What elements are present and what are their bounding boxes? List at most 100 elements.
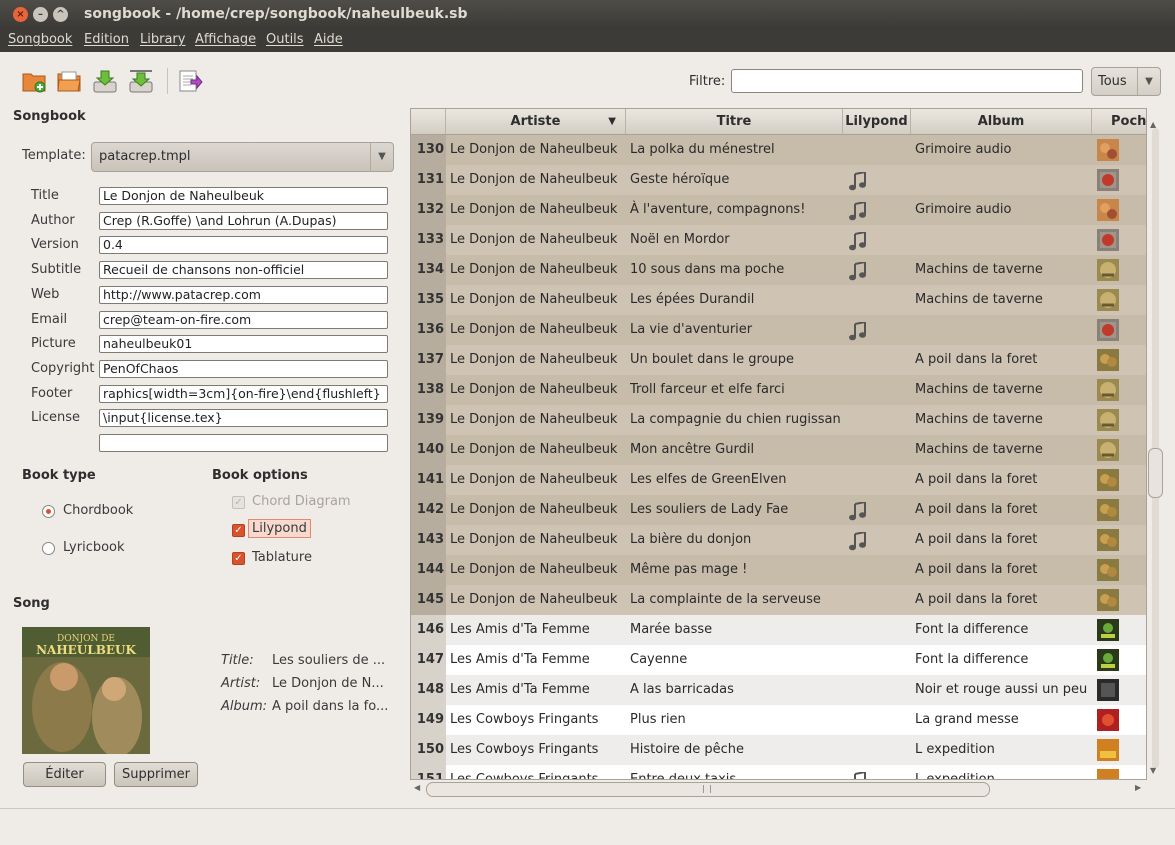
field-input[interactable]: [99, 434, 388, 452]
table-row[interactable]: 132 Le Donjon de Naheulbeuk À l'aventure, …: [411, 195, 1146, 225]
filter-input[interactable]: [731, 69, 1083, 93]
artist-cell: Le Donjon de Naheulbeuk: [450, 592, 618, 607]
column-titre-header[interactable]: Titre: [626, 109, 843, 134]
tablature-label[interactable]: Tablature: [252, 550, 312, 565]
row-number: 147: [411, 645, 446, 675]
table-row[interactable]: 140 Le Donjon de Naheulbeuk Mon ancêtre Gu…: [411, 435, 1146, 465]
chordbook-label[interactable]: Chordbook: [63, 503, 133, 518]
table-row[interactable]: 138 Le Donjon de Naheulbeuk Troll farceur …: [411, 375, 1146, 405]
cover-thumbnail-icon: [1097, 559, 1119, 581]
table-row[interactable]: 146 Les Amis d'Ta Femme Marée basse Font la…: [411, 615, 1146, 645]
menu-songbook[interactable]: Songbook: [8, 32, 72, 47]
artist-cell: Le Donjon de Naheulbeuk: [450, 532, 618, 547]
vertical-scrollbar[interactable]: ▲ ▼: [1148, 120, 1163, 779]
field-input[interactable]: naheulbeuk01: [99, 335, 388, 354]
book-options-header: Book options: [212, 468, 308, 483]
field-input[interactable]: Le Donjon de Naheulbeuk: [99, 187, 388, 205]
table-row[interactable]: 145 Le Donjon de Naheulbeuk La complainte …: [411, 585, 1146, 615]
column-number-header[interactable]: [411, 109, 446, 134]
album-cell: Noir et rouge aussi un peu: [915, 682, 1088, 697]
column-pochette-header[interactable]: Poch: [1092, 109, 1146, 134]
field-input[interactable]: crep@team-on-fire.com: [99, 310, 388, 329]
column-lilypond-header[interactable]: Lilypond: [843, 109, 911, 134]
table-row[interactable]: 149 Les Cowboys Fringants Plus rien La gran…: [411, 705, 1146, 735]
tablature-checkbox[interactable]: ✓: [232, 552, 245, 565]
table-row[interactable]: 148 Les Amis d'Ta Femme A las barricadas No…: [411, 675, 1146, 705]
table-row[interactable]: 141 Le Donjon de Naheulbeuk Les elfes de G…: [411, 465, 1146, 495]
template-select[interactable]: patacrep.tmpl ▼: [91, 142, 394, 172]
title-cell: Même pas mage !: [630, 562, 748, 577]
field-input[interactable]: 0.4: [99, 236, 388, 255]
scroll-right-icon[interactable]: ▶: [1135, 783, 1141, 792]
menu-library[interactable]: Library: [140, 32, 185, 47]
row-number: 145: [411, 585, 446, 615]
column-album-header[interactable]: Album: [911, 109, 1092, 134]
field-label: Subtitle: [31, 262, 82, 278]
table-row[interactable]: 139 Le Donjon de Naheulbeuk La compagnie d…: [411, 405, 1146, 435]
scrollbar-thumb[interactable]: [1148, 448, 1163, 498]
artist-cell: Le Donjon de Naheulbeuk: [450, 292, 618, 307]
table-row[interactable]: 131 Le Donjon de Naheulbeuk Geste héroïque: [411, 165, 1146, 195]
album-cell: A poil dans la foret: [915, 472, 1038, 487]
horizontal-scrollbar[interactable]: ◀ ▶: [410, 780, 1147, 798]
field-input[interactable]: \input{license.tex}: [99, 409, 388, 428]
menu-outils[interactable]: Outils: [266, 32, 304, 47]
maximize-icon[interactable]: ^: [53, 7, 68, 22]
cover-thumbnail-icon: [1097, 619, 1119, 641]
table-row[interactable]: 147 Les Amis d'Ta Femme Cayenne Font la dif…: [411, 645, 1146, 675]
scroll-left-icon[interactable]: ◀: [414, 783, 420, 792]
song-title-value: Les souliers de ...: [272, 653, 386, 668]
table-row[interactable]: 142 Le Donjon de Naheulbeuk Les souliers d…: [411, 495, 1146, 525]
artist-cell: Les Cowboys Fringants: [450, 772, 599, 780]
table-row[interactable]: 136 Le Donjon de Naheulbeuk La vie d'avent…: [411, 315, 1146, 345]
close-icon[interactable]: ×: [13, 7, 28, 22]
song-artist-value: Le Donjon de N...: [272, 676, 384, 691]
cover-thumbnail-icon: [1097, 319, 1119, 341]
chord-diagram-label: Chord Diagram: [252, 494, 351, 509]
column-artiste-header[interactable]: Artiste ▼: [446, 109, 626, 134]
delete-song-button[interactable]: Supprimer: [114, 762, 198, 787]
field-input[interactable]: PenOfChaos: [99, 359, 388, 378]
album-cover-image: DONJON DE NAHEULBEUK: [22, 627, 150, 754]
album-cell: Grimoire audio: [915, 202, 1012, 217]
field-input[interactable]: Crep (R.Goffe) \and Lohrun (A.Dupas): [99, 211, 388, 230]
save-as-icon[interactable]: [128, 68, 154, 94]
table-row[interactable]: 137 Le Donjon de Naheulbeuk Un boulet dans…: [411, 345, 1146, 375]
table-header: Artiste ▼ Titre Lilypond Album Poch: [411, 109, 1146, 135]
artist-cell: Les Cowboys Fringants: [450, 712, 599, 727]
field-input[interactable]: http://www.patacrep.com: [99, 285, 388, 304]
scroll-down-icon[interactable]: ▼: [1150, 766, 1156, 775]
field-input[interactable]: Recueil de chansons non-officiel: [99, 261, 388, 280]
chordbook-radio[interactable]: [42, 505, 55, 518]
row-number: 136: [411, 315, 446, 345]
new-folder-icon[interactable]: [21, 68, 47, 94]
table-row[interactable]: 150 Les Cowboys Fringants Histoire de pêch…: [411, 735, 1146, 765]
lyricbook-label[interactable]: Lyricbook: [63, 540, 125, 555]
minimize-icon[interactable]: –: [33, 7, 48, 22]
export-icon[interactable]: [177, 68, 203, 94]
menu-affichage[interactable]: Affichage: [195, 32, 256, 47]
filter-mode-select[interactable]: Tous ▼: [1091, 67, 1161, 96]
save-icon[interactable]: [92, 68, 118, 94]
table-row[interactable]: 151 Les Cowboys Fringants Entre deux taxis…: [411, 765, 1146, 780]
open-folder-icon[interactable]: [56, 68, 82, 94]
table-row[interactable]: 143 Le Donjon de Naheulbeuk La bière du do…: [411, 525, 1146, 555]
menu-edition[interactable]: Edition: [84, 32, 129, 47]
edit-song-button[interactable]: Éditer: [23, 762, 106, 787]
lilypond-label[interactable]: Lilypond: [248, 519, 311, 538]
menu-aide[interactable]: Aide: [314, 32, 343, 47]
table-row[interactable]: 135 Le Donjon de Naheulbeuk Les épées Dura…: [411, 285, 1146, 315]
menu-bar: Songbook Edition Library Affichage Outil…: [0, 30, 1175, 52]
table-row[interactable]: 144 Le Donjon de Naheulbeuk Même pas mage …: [411, 555, 1146, 585]
table-row[interactable]: 134 Le Donjon de Naheulbeuk 10 sous dans m…: [411, 255, 1146, 285]
cover-art-icon: DONJON DE NAHEULBEUK: [22, 627, 150, 754]
field-label: Picture: [31, 336, 76, 352]
lilypond-checkbox[interactable]: ✓: [232, 524, 245, 537]
field-input[interactable]: raphics[width=3cm]{on-fire}\end{flushlef…: [99, 384, 388, 403]
lyricbook-radio[interactable]: [42, 542, 55, 555]
table-row[interactable]: 133 Le Donjon de Naheulbeuk Noël en Mordor: [411, 225, 1146, 255]
scrollbar-thumb[interactable]: [426, 782, 990, 797]
lilypond-note-icon: [849, 502, 866, 521]
row-number: 130: [411, 135, 446, 165]
table-row[interactable]: 130 Le Donjon de Naheulbeuk La polka du mé…: [411, 135, 1146, 165]
